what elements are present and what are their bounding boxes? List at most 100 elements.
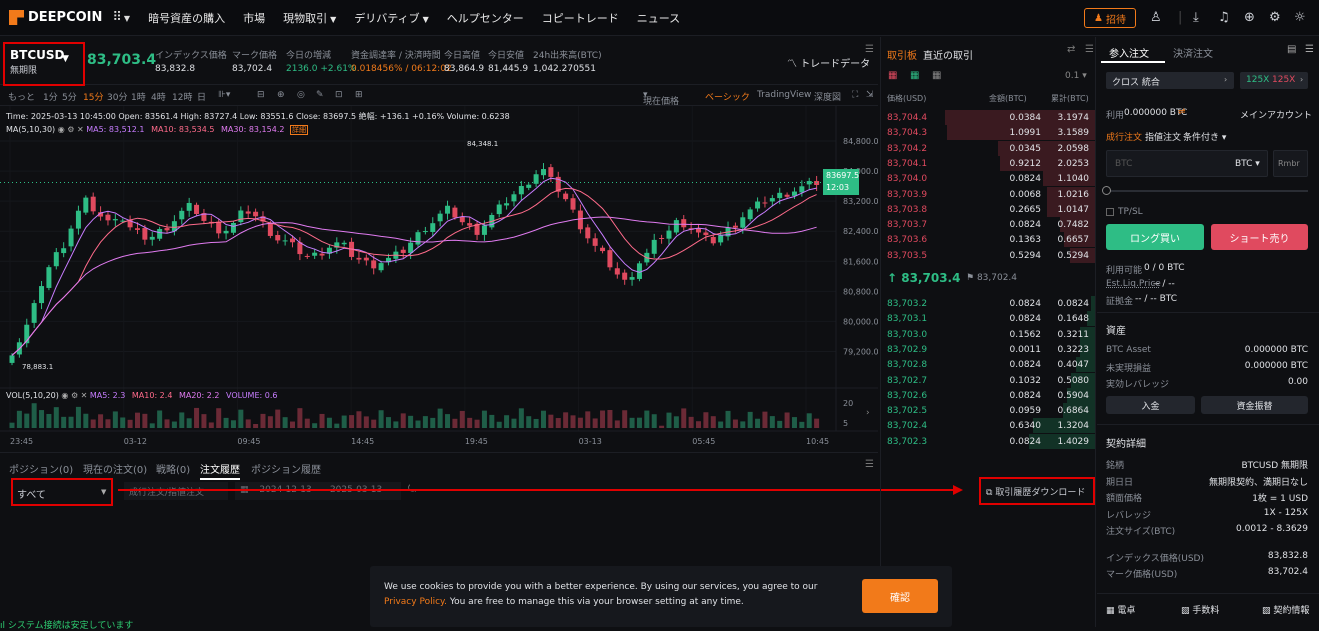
bid-row[interactable]: 83,702.7 0.1032 0.5080 xyxy=(881,372,1095,388)
detail-badge[interactable]: 詳細 xyxy=(290,125,308,135)
ask-row[interactable]: 83,704.1 0.9212 2.0253 xyxy=(881,155,1095,171)
deepcoin-logo[interactable]: DEEPCOIN xyxy=(9,10,102,25)
margin-mode-select[interactable]: クロス 統合 › xyxy=(1106,72,1234,89)
nav-help[interactable]: ヘルプセンター xyxy=(447,10,524,26)
tab-position-history[interactable]: ポジション履歴 xyxy=(251,461,321,476)
invite-button[interactable]: ♟ 招待 xyxy=(1084,8,1136,28)
calculator-link[interactable]: ▦ 電卓 xyxy=(1106,603,1135,616)
bid-row[interactable]: 83,703.2 0.0824 0.0824 xyxy=(881,296,1095,311)
privacy-link[interactable]: Privacy xyxy=(384,597,417,607)
expand-icon[interactable]: ⇲ xyxy=(866,90,874,100)
leverage-select[interactable]: 125X 125X › xyxy=(1240,72,1308,89)
globe-icon[interactable]: ⊕ xyxy=(1244,10,1255,25)
interval-1d[interactable]: 日 xyxy=(197,90,206,103)
symbol-selector[interactable]: BTCUSD 無期限 ▼ xyxy=(3,42,85,86)
order-type-market[interactable]: 成行注文 xyxy=(1106,130,1142,143)
swap-icon[interactable]: ⇄ xyxy=(1067,44,1075,55)
ask-row[interactable]: 83,703.7 0.0824 0.7482 xyxy=(881,217,1095,233)
menu-icon[interactable]: ☰ xyxy=(1305,44,1314,55)
eye-icon[interactable]: ◎ xyxy=(297,90,305,100)
precision-select[interactable]: 0.1 ▾ xyxy=(1065,71,1087,81)
candlestick-chart[interactable]: 84,800.084,000.083,200.082,400.081,600.0… xyxy=(0,106,878,452)
quantity-slider[interactable] xyxy=(1102,186,1308,195)
nav-buy-crypto[interactable]: 暗号資産の購入 xyxy=(148,10,225,26)
tab-strategies[interactable]: 戦略(0) xyxy=(156,461,190,476)
nav-derivatives[interactable]: デリバティブ ▼ xyxy=(354,10,429,26)
camera-icon[interactable]: ⊡ xyxy=(335,90,343,100)
rmb-button[interactable]: Rmbr xyxy=(1273,150,1308,177)
nav-market[interactable]: 市場 xyxy=(243,10,265,26)
bid-row[interactable]: 83,702.8 0.0824 0.4047 xyxy=(881,357,1095,373)
target-icon[interactable]: ⊕ xyxy=(277,90,285,100)
interval-more[interactable]: もっと xyxy=(8,90,35,103)
menu-icon[interactable]: ☰ xyxy=(865,459,874,470)
menu-icon[interactable]: ☰ xyxy=(1085,44,1094,55)
ask-row[interactable]: 83,703.9 0.0068 1.0216 xyxy=(881,186,1095,202)
eye-icon[interactable]: ◉ ⚙ ✕ xyxy=(61,391,89,400)
bid-row[interactable]: 83,702.9 0.0011 0.3223 xyxy=(881,341,1095,357)
fullscreen-icon[interactable]: ⛶ xyxy=(852,90,858,100)
bell-icon[interactable]: ♫ xyxy=(1218,10,1230,25)
transfer-button[interactable]: 資金振替 xyxy=(1201,396,1308,414)
tab-orderbook[interactable]: 取引板 xyxy=(887,47,917,62)
view-bids-icon[interactable]: ▦ xyxy=(910,70,919,81)
download-icon[interactable]: ⤓ xyxy=(1193,10,1199,25)
deposit-button[interactable]: 入金 xyxy=(1106,396,1195,414)
tab-tradingview[interactable]: TradingView xyxy=(757,90,811,100)
bid-row[interactable]: 83,703.1 0.0824 0.1648 xyxy=(881,311,1095,327)
short-sell-button[interactable]: ショート売り xyxy=(1211,224,1308,250)
candle-type-icon[interactable]: ⊪▾ xyxy=(218,90,230,100)
theme-icon[interactable]: ☼ xyxy=(1294,10,1306,25)
unit-select[interactable]: BTC ▾ xyxy=(1235,159,1260,169)
interval-5m[interactable]: 5分 xyxy=(62,90,77,103)
view-asks-icon[interactable]: ▦ xyxy=(888,70,897,81)
tpsl-checkbox[interactable] xyxy=(1106,208,1114,216)
policy-link[interactable]: Policy. xyxy=(419,597,446,607)
transfer-icon[interactable]: ⇌ xyxy=(1178,107,1186,117)
nav-news[interactable]: ニュース xyxy=(637,10,680,26)
nav-spot[interactable]: 現物取引 ▼ xyxy=(283,10,336,26)
pencil-icon[interactable]: ✎ xyxy=(316,90,324,100)
ask-row[interactable]: 83,704.3 1.0991 3.1589 xyxy=(881,125,1095,141)
tab-positions[interactable]: ポジション(0) xyxy=(9,461,73,476)
settings-icon[interactable]: ⚙ xyxy=(1269,10,1281,25)
calculator-icon[interactable]: ▤ xyxy=(1287,44,1296,55)
ask-row[interactable]: 83,703.6 0.1363 0.6657 xyxy=(881,232,1095,248)
nav-copy-trade[interactable]: コピートレード xyxy=(542,10,619,26)
view-both-icon[interactable]: ▦ xyxy=(932,70,941,81)
current-price-select[interactable]: 現在価格 ▾ xyxy=(643,90,679,107)
long-buy-button[interactable]: ロング買い xyxy=(1106,224,1204,250)
tab-recent-trades[interactable]: 直近の取引 xyxy=(923,47,973,62)
ask-row[interactable]: 83,704.4 0.0384 3.1974 xyxy=(881,110,1095,125)
tab-depth[interactable]: 深度図 xyxy=(814,90,841,103)
interval-1m[interactable]: 1分 xyxy=(43,90,58,103)
bid-row[interactable]: 83,702.5 0.0959 0.6864 xyxy=(881,403,1095,419)
bid-row[interactable]: 83,702.6 0.0824 0.5904 xyxy=(881,387,1095,403)
price-chart[interactable]: 84,800.0 84,000.0 83,200.0 82,400.0 81,600.0… xyxy=(0,106,878,452)
tab-open-order[interactable]: 参入注文 xyxy=(1109,45,1149,60)
ask-row[interactable]: 83,704.0 0.0824 1.1040 xyxy=(881,171,1095,187)
interval-4h[interactable]: 4時 xyxy=(151,90,166,103)
ask-row[interactable]: 83,704.2 0.0345 2.0598 xyxy=(881,140,1095,156)
user-icon[interactable]: ♙ xyxy=(1150,10,1162,25)
indicator-icon[interactable]: ⊟ xyxy=(257,90,265,100)
bid-row[interactable]: 83,702.3 0.0824 1.4029 xyxy=(881,433,1095,449)
tab-open-orders[interactable]: 現在の注文(0) xyxy=(83,461,147,476)
fees-link[interactable]: ▧ 手数料 xyxy=(1181,603,1219,616)
ask-row[interactable]: 83,703.5 0.5294 0.5294 xyxy=(881,247,1095,263)
interval-30m[interactable]: 30分 xyxy=(107,90,127,103)
tab-close-order[interactable]: 決済注文 xyxy=(1173,45,1213,60)
filter-all-select[interactable]: すべて ▼ xyxy=(11,478,113,506)
interval-12h[interactable]: 12時 xyxy=(172,90,192,103)
interval-15m[interactable]: 15分 xyxy=(83,90,103,103)
ask-row[interactable]: 83,703.8 0.2665 1.0147 xyxy=(881,201,1095,217)
order-type-conditional[interactable]: 条件付き ▾ xyxy=(1183,130,1226,143)
quantity-input[interactable]: BTC BTC ▾ xyxy=(1106,150,1268,177)
eye-icon[interactable]: ◉ ⚙ ✕ xyxy=(58,125,86,134)
chevron-right-icon[interactable]: › xyxy=(866,408,870,418)
layout-icon[interactable]: ⊞ xyxy=(355,90,363,100)
order-type-limit[interactable]: 指値注文 xyxy=(1145,130,1181,143)
menu-icon[interactable]: ☰ xyxy=(865,44,874,55)
interval-1h[interactable]: 1時 xyxy=(131,90,146,103)
contract-info-link[interactable]: ▨ 契約情報 xyxy=(1262,603,1309,616)
